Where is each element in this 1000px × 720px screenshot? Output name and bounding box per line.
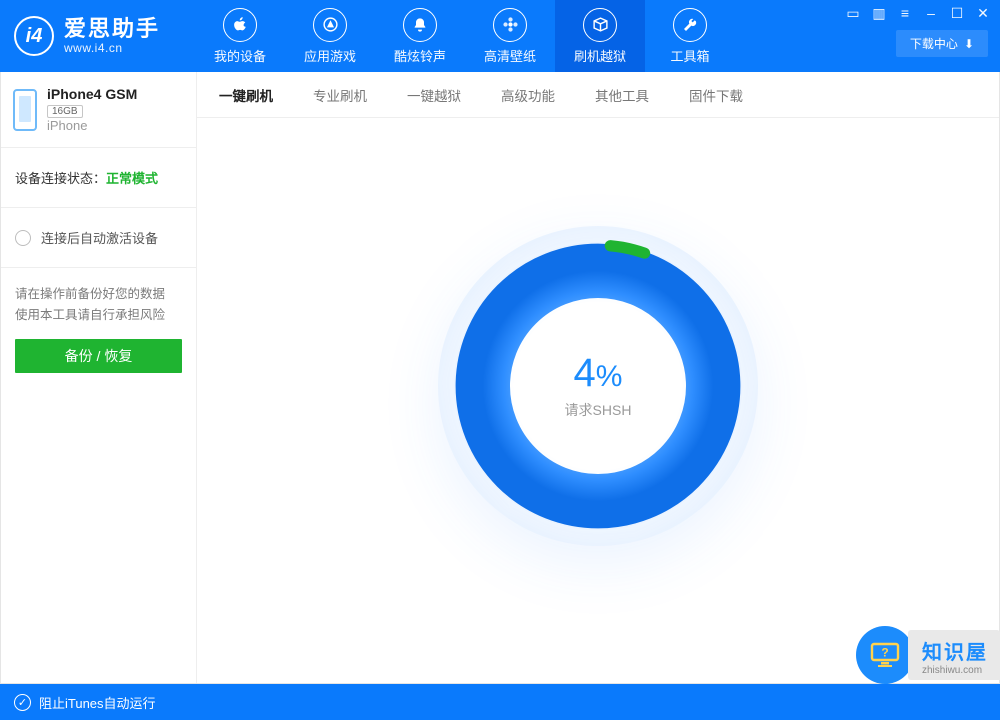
block-itunes-toggle[interactable]: 阻止iTunes自动运行 (39, 693, 156, 712)
nav-item-label: 工具箱 (670, 46, 709, 65)
nav-item-label: 酷炫铃声 (394, 46, 446, 65)
sidebar: iPhone4 GSM 16GB iPhone 设备连接状态：正常模式 连接后自… (1, 72, 197, 683)
flower-icon (493, 8, 527, 42)
progress-status-text: 请求SHSH (565, 400, 632, 420)
brand-url: www.i4.cn (64, 41, 160, 55)
main-content: 一键刷机 专业刷机 一键越狱 高级功能 其他工具 固件下载 (197, 72, 999, 683)
main-nav: 我的设备 应用游戏 酷炫铃声 高清壁纸 刷机越狱 工具箱 (195, 0, 735, 72)
device-name: iPhone4 GSM (47, 86, 137, 102)
watermark-monitor-icon: ? (856, 626, 914, 684)
minimize-icon[interactable]: – (922, 4, 940, 22)
notice-line-1: 请在操作前备份好您的数据 (15, 284, 182, 305)
subtab-5[interactable]: 固件下载 (689, 83, 743, 107)
nav-item-2[interactable]: 酷炫铃声 (375, 0, 465, 72)
download-icon: ⬇ (964, 37, 974, 51)
message-icon[interactable]: ▭ (844, 4, 862, 22)
notice-line-2: 使用本工具请自行承担风险 (15, 305, 182, 326)
progress-percent-unit: % (596, 360, 623, 393)
status-label: 设备连接状态： (15, 171, 106, 186)
brand-logo: i4 (14, 16, 54, 56)
progress-percent: 4% (574, 351, 623, 396)
device-block[interactable]: iPhone4 GSM 16GB iPhone (1, 72, 196, 148)
maximize-icon[interactable]: ☐ (948, 4, 966, 22)
device-storage-badge: 16GB (47, 105, 83, 118)
backup-notice: 请在操作前备份好您的数据 使用本工具请自行承担风险 (1, 268, 196, 339)
subtab-3[interactable]: 高级功能 (501, 83, 555, 107)
appstore-icon (313, 8, 347, 42)
download-center-button[interactable]: 下载中心 ⬇ (896, 30, 988, 57)
nav-item-5[interactable]: 工具箱 (645, 0, 735, 72)
nav-item-label: 刷机越狱 (574, 46, 626, 65)
auto-activate-toggle[interactable]: 连接后自动激活设备 (1, 208, 196, 268)
progress-percent-value: 4 (574, 351, 596, 395)
watermark-subtitle: zhishiwu.com (922, 665, 988, 676)
device-icon (13, 89, 37, 131)
backup-restore-button[interactable]: 备份 / 恢复 (15, 339, 182, 373)
brand-block: i4 爱思助手 www.i4.cn (0, 0, 195, 72)
sub-tabs: 一键刷机 专业刷机 一键越狱 高级功能 其他工具 固件下载 (197, 72, 999, 118)
nav-item-4[interactable]: 刷机越狱 (555, 0, 645, 72)
nav-item-3[interactable]: 高清壁纸 (465, 0, 555, 72)
status-value: 正常模式 (106, 171, 158, 186)
close-icon[interactable]: ✕ (974, 4, 992, 22)
wrench-icon (673, 8, 707, 42)
download-center-label: 下载中心 (910, 35, 958, 52)
bell-icon (403, 8, 437, 42)
skin-icon[interactable]: ▥ (870, 4, 888, 22)
progress-canvas: 4% 请求SHSH (197, 118, 999, 683)
apple-icon (223, 8, 257, 42)
window-controls: ▭ ▥ ≡ – ☐ ✕ (844, 0, 1000, 24)
subtab-4[interactable]: 其他工具 (595, 83, 649, 107)
menu-icon[interactable]: ≡ (896, 4, 914, 22)
subtab-2[interactable]: 一键越狱 (407, 83, 461, 107)
brand-title: 爱思助手 (64, 17, 160, 40)
nav-item-0[interactable]: 我的设备 (195, 0, 285, 72)
auto-activate-label: 连接后自动激活设备 (41, 228, 158, 247)
app-header: i4 爱思助手 www.i4.cn 我的设备 应用游戏 酷炫铃声 高清壁纸 刷机越狱 工具… (0, 0, 1000, 72)
box-icon (583, 8, 617, 42)
watermark-title: 知识屋 (922, 636, 988, 665)
status-bar: ✓ 阻止iTunes自动运行 (0, 684, 1000, 720)
svg-text:?: ? (881, 646, 888, 660)
subtab-0[interactable]: 一键刷机 (219, 83, 273, 107)
nav-item-label: 高清壁纸 (484, 46, 536, 65)
subtab-1[interactable]: 专业刷机 (313, 83, 367, 107)
nav-item-label: 我的设备 (214, 46, 266, 65)
nav-item-label: 应用游戏 (304, 46, 356, 65)
watermark-badge: ? 知识屋 zhishiwu.com (856, 626, 1000, 684)
checkmark-icon[interactable]: ✓ (14, 694, 31, 711)
radio-unchecked-icon (15, 230, 31, 246)
connection-status: 设备连接状态：正常模式 (1, 148, 196, 208)
device-type: iPhone (47, 118, 137, 133)
nav-item-1[interactable]: 应用游戏 (285, 0, 375, 72)
